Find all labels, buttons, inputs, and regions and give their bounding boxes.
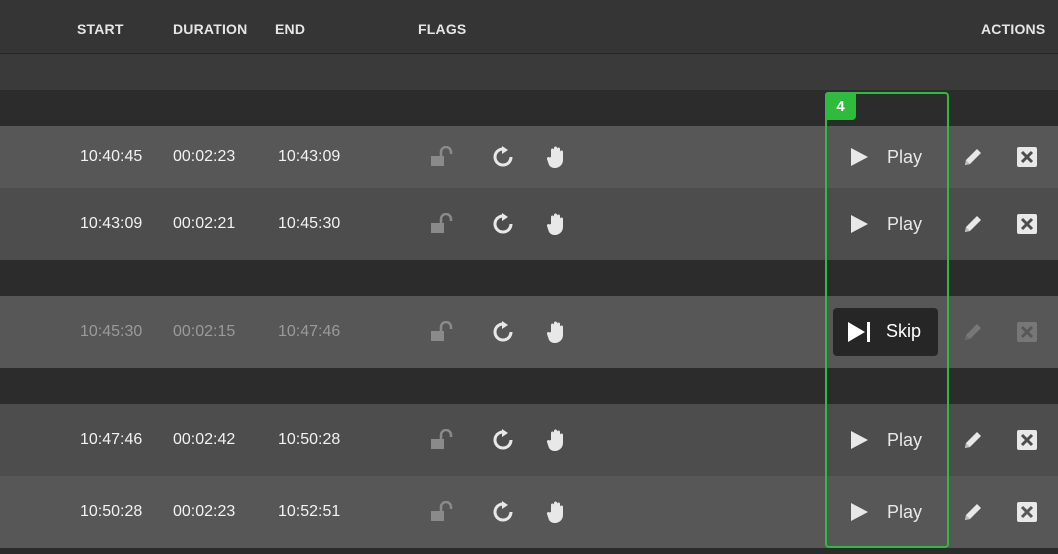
- pencil-icon: [962, 321, 984, 343]
- row-end: 10:47:46: [278, 323, 341, 340]
- reload-icon[interactable]: [492, 429, 514, 451]
- reload-icon[interactable]: [492, 321, 514, 343]
- focus-badge: 4: [825, 92, 856, 120]
- reload-icon[interactable]: [492, 146, 514, 168]
- table-row[interactable]: 10:50:28 00:02:23 10:52:51 Play: [0, 476, 1058, 548]
- reload-icon[interactable]: [492, 213, 514, 235]
- play-button[interactable]: Play: [835, 133, 938, 181]
- play-icon: [849, 147, 869, 172]
- row-duration: 00:02:23: [173, 503, 236, 520]
- skip-button[interactable]: Skip: [833, 308, 938, 356]
- row-end: 10:45:30: [278, 215, 341, 232]
- row-start: 10:47:46: [80, 431, 143, 448]
- separator-band: [0, 368, 1058, 404]
- play-button-label: Play: [887, 213, 923, 234]
- pencil-icon[interactable]: [962, 146, 984, 168]
- close-icon: [1017, 322, 1037, 342]
- header-end: END: [275, 21, 306, 37]
- play-icon: [849, 502, 869, 527]
- skip-icon: [847, 321, 873, 348]
- unlock-icon[interactable]: [430, 429, 454, 451]
- row-start: 10:50:28: [80, 503, 143, 520]
- hand-icon[interactable]: [547, 145, 567, 169]
- table-header: START DURATION END FLAGS ACTIONS: [0, 0, 1058, 54]
- row-duration: 00:02:21: [173, 215, 236, 232]
- table-row[interactable]: 10:47:46 00:02:42 10:50:28 Play: [0, 404, 1058, 476]
- header-flags: FLAGS: [418, 21, 467, 37]
- close-icon[interactable]: [1017, 214, 1037, 234]
- row-end: 10:50:28: [278, 431, 341, 448]
- play-button-label: Play: [887, 501, 923, 522]
- row-end: 10:52:51: [278, 503, 341, 520]
- table-row[interactable]: 10:45:30 00:02:15 10:47:46 Skip: [0, 296, 1058, 368]
- play-icon: [849, 430, 869, 455]
- pencil-icon[interactable]: [962, 213, 984, 235]
- table-row[interactable]: 10:40:45 00:02:23 10:43:09 Play: [0, 126, 1058, 188]
- hand-icon[interactable]: [547, 212, 567, 236]
- unlock-icon[interactable]: [430, 146, 454, 168]
- reload-icon[interactable]: [492, 501, 514, 523]
- play-button[interactable]: Play: [835, 488, 938, 536]
- row-duration: 00:02:42: [173, 431, 236, 448]
- separator-band: [0, 90, 1058, 126]
- row-duration: 00:02:23: [173, 148, 236, 165]
- play-button[interactable]: Play: [835, 200, 938, 248]
- play-button[interactable]: Play: [835, 416, 938, 464]
- unlock-icon[interactable]: [430, 213, 454, 235]
- pencil-icon[interactable]: [962, 429, 984, 451]
- hand-icon[interactable]: [547, 320, 567, 344]
- table-row[interactable]: 10:43:09 00:02:21 10:45:30 Play: [0, 188, 1058, 260]
- play-icon: [849, 214, 869, 239]
- separator-band: [0, 260, 1058, 296]
- row-duration: 00:02:15: [173, 323, 236, 340]
- play-button-label: Play: [887, 429, 923, 450]
- skip-button-label: Skip: [886, 321, 922, 341]
- close-icon[interactable]: [1017, 502, 1037, 522]
- row-end: 10:43:09: [278, 148, 341, 165]
- close-icon[interactable]: [1017, 147, 1037, 167]
- header-start: START: [77, 21, 124, 37]
- separator-band: [0, 54, 1058, 90]
- close-icon[interactable]: [1017, 430, 1037, 450]
- play-button-label: Play: [887, 146, 923, 167]
- pencil-icon[interactable]: [962, 501, 984, 523]
- hand-icon[interactable]: [547, 500, 567, 524]
- header-duration: DURATION: [173, 21, 248, 37]
- header-actions: ACTIONS: [981, 21, 1046, 37]
- hand-icon[interactable]: [547, 428, 567, 452]
- row-start: 10:40:45: [80, 148, 143, 165]
- row-start: 10:43:09: [80, 215, 143, 232]
- unlock-icon[interactable]: [430, 321, 454, 343]
- row-start: 10:45:30: [80, 323, 143, 340]
- unlock-icon[interactable]: [430, 501, 454, 523]
